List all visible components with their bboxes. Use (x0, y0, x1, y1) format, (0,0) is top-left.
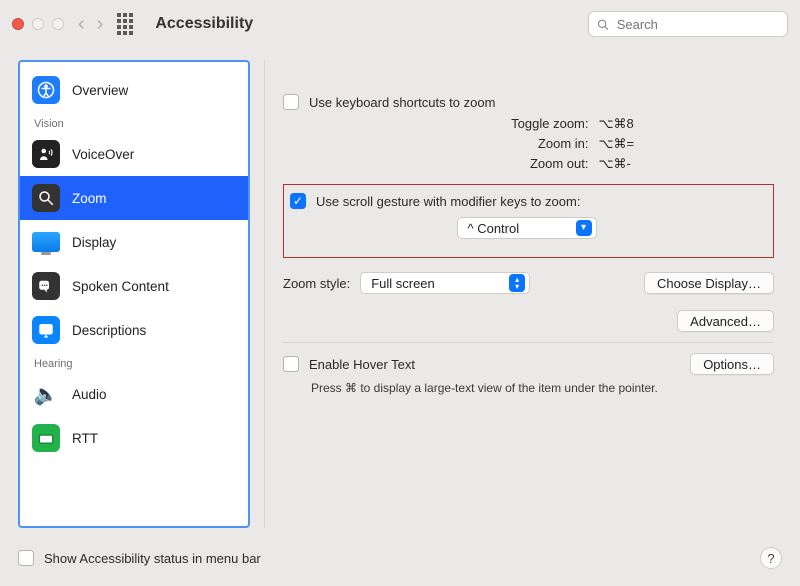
chevron-updown-icon (509, 274, 525, 292)
scroll-gesture-modifier-select[interactable]: ^ Control (457, 217, 597, 239)
sidebar-item-label: Zoom (72, 191, 107, 206)
divider (283, 342, 774, 343)
close-window-button[interactable] (12, 18, 24, 30)
sidebar-item-descriptions[interactable]: Descriptions (20, 308, 248, 352)
sidebar-item-audio[interactable]: 🔈 Audio (20, 372, 248, 416)
window-controls (12, 18, 64, 30)
zoom-style-select[interactable]: Full screen (360, 272, 530, 294)
sidebar-item-label: Descriptions (72, 323, 146, 338)
sidebar-section-hearing: Hearing (20, 352, 248, 372)
sidebar-item-zoom[interactable]: Zoom (20, 176, 248, 220)
help-button[interactable]: ? (760, 547, 782, 569)
chevron-down-icon (576, 220, 592, 236)
zoom-icon (32, 184, 60, 212)
enable-hover-text-label: Enable Hover Text (309, 357, 415, 372)
spoken-content-icon (32, 272, 60, 300)
sidebar-item-voiceover[interactable]: VoiceOver (20, 132, 248, 176)
zoom-settings-panel: Use keyboard shortcuts to zoom Toggle zo… (264, 60, 782, 528)
forward-button[interactable]: › (97, 13, 104, 36)
show-accessibility-status-label: Show Accessibility status in menu bar (44, 551, 261, 566)
sidebar-item-spoken-content[interactable]: Spoken Content (20, 264, 248, 308)
zoom-style-label: Zoom style: (283, 276, 350, 291)
sidebar-item-rtt[interactable]: RTT (20, 416, 248, 460)
sidebar-item-label: VoiceOver (72, 147, 134, 162)
sidebar-item-label: Display (72, 235, 116, 250)
hover-text-options-button[interactable]: Options… (690, 353, 774, 375)
footer: Show Accessibility status in menu bar ? (18, 544, 782, 572)
show-all-prefpanes-button[interactable] (117, 14, 137, 34)
search-field[interactable] (588, 11, 788, 37)
sidebar-item-label: Audio (72, 387, 107, 402)
back-button[interactable]: ‹ (78, 13, 85, 36)
descriptions-icon (32, 316, 60, 344)
use-keyboard-shortcuts-checkbox[interactable] (283, 94, 299, 110)
search-icon (597, 18, 609, 31)
show-accessibility-status-checkbox[interactable] (18, 550, 34, 566)
scroll-gesture-label: Use scroll gesture with modifier keys to… (316, 194, 580, 209)
use-keyboard-shortcuts-label: Use keyboard shortcuts to zoom (309, 95, 495, 110)
accessibility-icon (32, 76, 60, 104)
audio-icon: 🔈 (32, 380, 60, 408)
minimize-window-button[interactable] (32, 18, 44, 30)
scroll-gesture-checkbox[interactable] (290, 193, 306, 209)
sidebar-item-overview[interactable]: Overview (20, 68, 248, 112)
zoom-window-button[interactable] (52, 18, 64, 30)
hover-text-hint: Press ⌘ to display a large-text view of … (283, 381, 774, 395)
window-toolbar: ‹ › Accessibility (0, 0, 800, 48)
sidebar-item-label: Spoken Content (72, 279, 169, 294)
rtt-icon (32, 424, 60, 452)
sidebar-section-vision: Vision (20, 112, 248, 132)
sidebar-item-label: RTT (72, 431, 98, 446)
voiceover-icon (32, 140, 60, 168)
advanced-button[interactable]: Advanced… (677, 310, 774, 332)
scroll-gesture-modifier-value: ^ Control (468, 221, 520, 236)
keyboard-shortcuts-list: Toggle zoom:⌥⌘8 Zoom in:⌥⌘= Zoom out:⌥⌘- (283, 114, 774, 174)
scroll-gesture-highlight: Use scroll gesture with modifier keys to… (283, 184, 774, 258)
sidebar: Overview Vision VoiceOver Zoom Display (18, 60, 250, 528)
enable-hover-text-checkbox[interactable] (283, 356, 299, 372)
sidebar-item-display[interactable]: Display (20, 220, 248, 264)
search-input[interactable] (615, 16, 779, 33)
window-title: Accessibility (155, 15, 253, 33)
sidebar-item-label: Overview (72, 83, 128, 98)
zoom-style-value: Full screen (371, 276, 435, 291)
nav-arrows: ‹ › (78, 13, 103, 36)
display-icon (32, 228, 60, 256)
choose-display-button[interactable]: Choose Display… (644, 272, 774, 294)
